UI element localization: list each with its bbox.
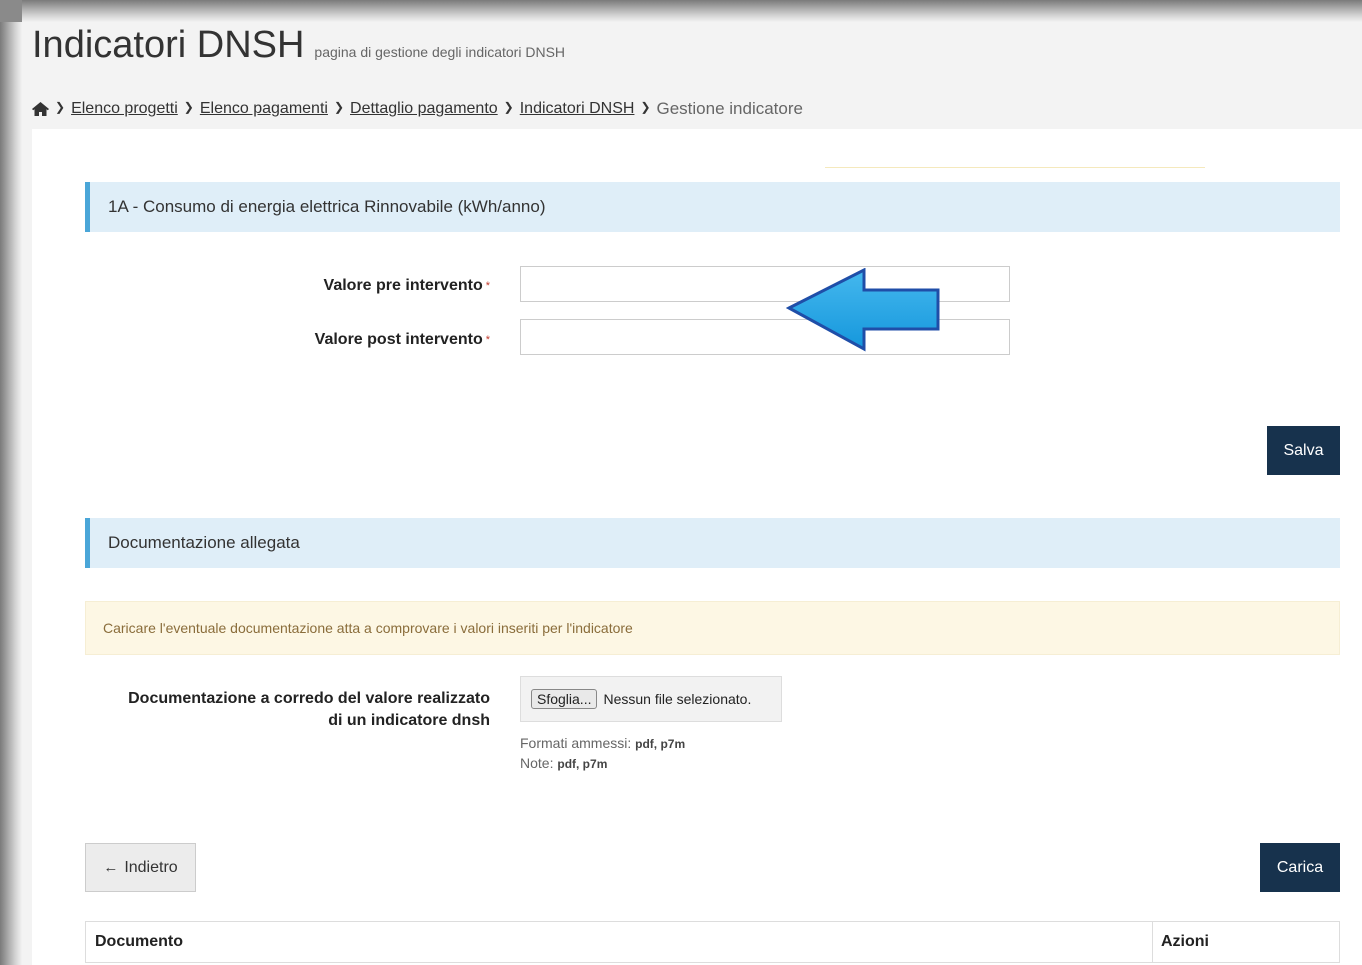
screenshot-frame-top xyxy=(0,0,1362,22)
save-button[interactable]: Salva xyxy=(1267,426,1340,475)
valore-pre-label: Valore pre intervento * xyxy=(92,277,490,295)
notes-value: pdf, p7m xyxy=(557,757,608,771)
chevron-right-icon: ❯ xyxy=(333,100,345,114)
page: Indicatori DNSH pagina di gestione degli… xyxy=(22,22,1362,965)
breadcrumb-dettaglio-pagamento[interactable]: Dettaglio pagamento xyxy=(350,100,498,118)
arrow-left-icon: ← xyxy=(103,859,119,876)
save-button-label: Salva xyxy=(1283,441,1324,459)
file-status: Nessun file selezionato. xyxy=(603,691,752,707)
chevron-right-icon: ❯ xyxy=(640,100,651,114)
indicator-section-header: 1A - Consumo di energia elettrica Rinnov… xyxy=(85,182,1340,232)
column-header-documento: Documento xyxy=(95,933,183,950)
documents-table-header: Documento Azioni xyxy=(85,921,1340,963)
formats-value: pdf, p7m xyxy=(635,737,686,751)
divider xyxy=(825,167,1205,168)
home-icon[interactable] xyxy=(32,102,49,116)
breadcrumb-current: Gestione indicatore xyxy=(656,99,803,118)
column-header-azioni: Azioni xyxy=(1161,933,1209,950)
formats-help: Formati ammessi: pdf, p7m xyxy=(520,735,685,751)
chevron-right-icon: ❯ xyxy=(183,100,194,114)
valore-post-label-text: Valore post intervento xyxy=(314,331,483,348)
back-button-label: Indietro xyxy=(124,858,178,876)
screenshot-frame-corner xyxy=(0,0,22,22)
indicator-section-title: 1A - Consumo di energia elettrica Rinnov… xyxy=(108,197,546,216)
page-subtitle: pagina di gestione degli indicatori DNSH xyxy=(314,44,566,60)
file-input[interactable]: Sfoglia... Nessun file selezionato. xyxy=(520,676,782,722)
left-arrow-annotation xyxy=(786,268,940,352)
back-button[interactable]: ← Indietro xyxy=(85,843,196,892)
notes-label: Note: xyxy=(520,755,554,771)
required-marker: * xyxy=(485,334,490,346)
breadcrumb-elenco-pagamenti[interactable]: Elenco pagamenti xyxy=(200,100,328,118)
screenshot-frame-left xyxy=(0,0,22,965)
upload-button[interactable]: Carica xyxy=(1260,843,1340,892)
valore-post-label: Valore post intervento * xyxy=(92,331,490,349)
chevron-right-icon: ❯ xyxy=(55,100,66,114)
breadcrumb-indicatori-dnsh[interactable]: Indicatori DNSH xyxy=(520,100,635,118)
page-header: Indicatori DNSH pagina di gestione degli… xyxy=(32,24,565,67)
column-divider xyxy=(1152,922,1153,962)
notes-help: Note: pdf, p7m xyxy=(520,755,607,771)
documents-section-header: Documentazione allegata xyxy=(85,518,1340,568)
valore-pre-label-text: Valore pre intervento xyxy=(323,277,483,294)
breadcrumb: ❯ Elenco progetti ❯ Elenco pagamenti ❯ D… xyxy=(32,99,803,119)
upload-button-label: Carica xyxy=(1276,858,1324,876)
page-title: Indicatori DNSH xyxy=(32,24,305,66)
info-alert: Caricare l'eventuale documentazione atta… xyxy=(85,601,1340,655)
formats-label: Formati ammessi: xyxy=(520,735,632,751)
chevron-right-icon: ❯ xyxy=(503,100,514,114)
documents-section-title: Documentazione allegata xyxy=(108,533,300,552)
upload-label: Documentazione a corredo del valore real… xyxy=(128,690,490,729)
breadcrumb-elenco-progetti[interactable]: Elenco progetti xyxy=(71,100,178,118)
browse-button[interactable]: Sfoglia... xyxy=(531,689,598,709)
required-marker: * xyxy=(485,280,490,292)
alert-text: Caricare l'eventuale documentazione atta… xyxy=(103,620,633,636)
main-content: 1A - Consumo di energia elettrica Rinnov… xyxy=(32,129,1362,965)
